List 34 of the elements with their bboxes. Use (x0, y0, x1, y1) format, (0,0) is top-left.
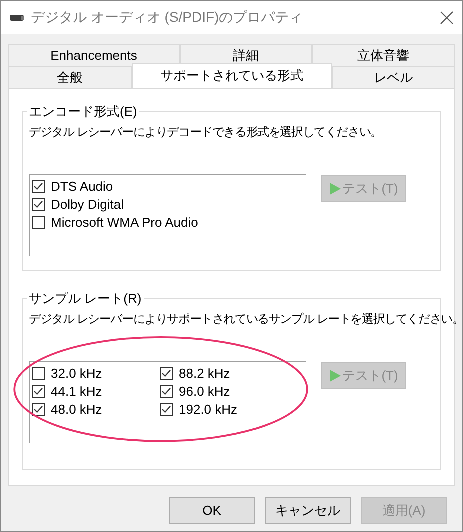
tab[interactable]: サポートされている形式 (132, 63, 332, 88)
checkbox-label[interactable]: 192.0 kHz (179, 402, 238, 416)
group-title: エンコード形式(E) (27, 103, 140, 121)
play-icon (328, 370, 341, 382)
checkbox[interactable] (32, 402, 45, 416)
checkbox-label[interactable]: 96.0 kHz (179, 384, 230, 398)
checkbox-label[interactable]: 44.1 kHz (51, 384, 102, 398)
checkbox-label[interactable]: 32.0 kHz (51, 366, 102, 380)
checkbox[interactable] (32, 384, 45, 398)
dialog-button[interactable]: キャンセル (265, 497, 351, 524)
checkbox-label[interactable]: 48.0 kHz (51, 402, 102, 416)
checkbox[interactable] (160, 384, 173, 398)
group-title: サンプル レート(R) (27, 290, 144, 308)
checkbox[interactable] (32, 216, 45, 228)
checkbox[interactable] (160, 402, 173, 416)
checkbox[interactable] (32, 366, 45, 380)
tab[interactable]: 立体音響 (312, 44, 455, 66)
tab[interactable]: Enhancements (8, 44, 180, 66)
description: デジタル レシーバーによりサポートされているサンプル レートを選択してください。 (29, 311, 462, 327)
checkbox-label[interactable]: Microsoft WMA Pro Audio (51, 214, 198, 230)
checkbox[interactable] (160, 366, 173, 380)
play-icon (328, 182, 341, 194)
checkbox-label[interactable]: Dolby Digital (51, 196, 124, 212)
checkbox-label[interactable]: 88.2 kHz (179, 366, 230, 380)
tab[interactable]: レベル (332, 66, 455, 88)
tab[interactable]: 全般 (8, 66, 132, 88)
dialog-button[interactable]: OK (169, 497, 255, 524)
audio-device-icon (9, 12, 25, 22)
checkbox[interactable] (32, 180, 45, 192)
checkbox[interactable] (32, 198, 45, 210)
close-icon[interactable] (440, 10, 454, 24)
checkbox-label[interactable]: DTS Audio (51, 178, 114, 194)
description: デジタル レシーバーによりデコードできる形式を選択してください。 (29, 124, 382, 140)
window-title: デジタル オーディオ (S/PDIF)のプロパティ (31, 8, 304, 26)
